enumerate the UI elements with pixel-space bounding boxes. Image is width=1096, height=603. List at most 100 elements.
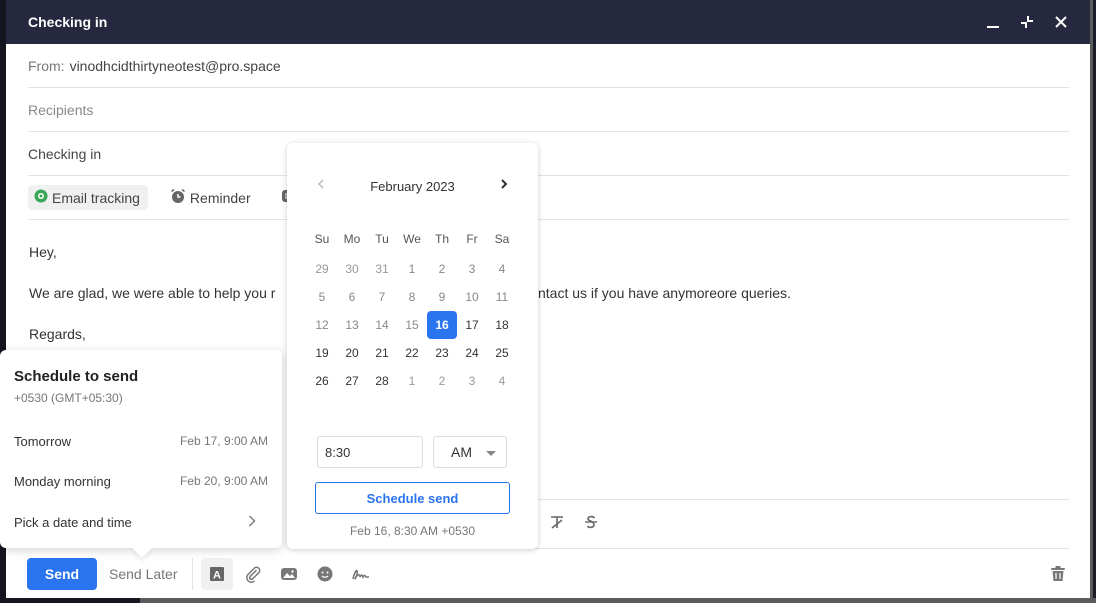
compose-options-row: Email tracking Reminder	[28, 176, 1069, 220]
calendar-day[interactable]: 1	[397, 255, 427, 283]
time-row: AM	[317, 436, 507, 468]
image-icon[interactable]	[273, 558, 305, 590]
calendar-day[interactable]: 14	[367, 311, 397, 339]
calendar-day[interactable]: 15	[397, 311, 427, 339]
calendar-day[interactable]: 4	[487, 255, 517, 283]
calendar-day[interactable]: 26	[307, 367, 337, 395]
option-label: Tomorrow	[14, 433, 72, 449]
calendar-day[interactable]: 24	[457, 339, 487, 367]
calendar-day[interactable]: 5	[307, 283, 337, 311]
calendar-day[interactable]: 4	[487, 367, 517, 395]
calendar-day[interactable]: 30	[337, 255, 367, 283]
calendar-day[interactable]: 6	[337, 283, 367, 311]
schedule-option-monday-morning[interactable]: Monday morning Feb 20, 9:00 AM	[0, 461, 282, 501]
recipients-field[interactable]: Recipients	[28, 88, 1069, 132]
calendar-day[interactable]: 23	[427, 339, 457, 367]
ampm-value: AM	[451, 444, 472, 460]
svg-text:A: A	[213, 570, 221, 582]
weekday-label: Tu	[375, 232, 389, 246]
calendar-day[interactable]: 2	[427, 367, 457, 395]
from-value: vinodhcidthirtyneotest@pro.space	[69, 57, 281, 74]
chevron-right-icon[interactable]	[500, 177, 508, 193]
clear-format-icon[interactable]	[549, 514, 565, 535]
collapse-icon[interactable]	[1020, 15, 1034, 29]
calendar-day[interactable]: 12	[307, 311, 337, 339]
schedule-popover: Schedule to send +0530 (GMT+05:30) Tomor…	[0, 350, 282, 558]
subject-value[interactable]: Checking in	[28, 146, 101, 162]
calendar-day[interactable]: 7	[367, 283, 397, 311]
calendar-day[interactable]: 8	[397, 283, 427, 311]
schedule-send-button[interactable]: Schedule send	[315, 482, 510, 514]
body-line-1: We are glad, we were able to help you r …	[29, 283, 1069, 303]
calendar-day[interactable]: 28	[367, 367, 397, 395]
calendar-day[interactable]: 29	[307, 255, 337, 283]
calendar-day[interactable]: 25	[487, 339, 517, 367]
body-signoff: Regards,	[29, 326, 86, 342]
minimize-icon[interactable]	[986, 15, 1000, 29]
calendar-day[interactable]: 9	[427, 283, 457, 311]
option-time: Feb 20, 9:00 AM	[179, 474, 268, 488]
subject-field[interactable]: Checking in	[28, 132, 1069, 176]
calendar-day[interactable]: 20	[337, 339, 367, 367]
calendar-day[interactable]: 18	[487, 311, 517, 339]
time-input[interactable]	[317, 436, 423, 468]
reminder-toggle[interactable]: Reminder	[164, 184, 259, 211]
compose-title: Checking in	[28, 14, 108, 30]
calendar-day[interactable]: 11	[487, 283, 517, 311]
calendar-day[interactable]: 10	[457, 283, 487, 311]
weekday-label: We	[403, 232, 421, 246]
calendar-day-selected[interactable]: 16	[427, 311, 457, 339]
emoji-icon[interactable]	[309, 558, 341, 590]
text-format-icon[interactable]: A	[200, 558, 233, 590]
send-later-button[interactable]: Send Later	[109, 566, 178, 582]
weekday-label: Fr	[466, 232, 478, 246]
signature-icon[interactable]	[345, 558, 377, 590]
calendar-day[interactable]: 19	[307, 339, 337, 367]
option-time: Feb 17, 9:00 AM	[179, 434, 268, 448]
email-body[interactable]: Hey, We are glad, we were able to help y…	[29, 242, 1069, 365]
option-label: Monday morning	[14, 473, 111, 489]
calendar-day[interactable]: 27	[337, 367, 367, 395]
calendar-week: 26 27 28 1 2 3 4	[307, 367, 537, 395]
calendar-day[interactable]: 31	[367, 255, 397, 283]
calendar-day[interactable]: 3	[457, 367, 487, 395]
calendar-day[interactable]: 21	[367, 339, 397, 367]
ampm-select[interactable]: AM	[433, 436, 507, 468]
weekday-label: Th	[434, 232, 449, 246]
weekday-header: Su Mo Tu We Th Fr Sa	[307, 229, 537, 255]
schedule-preview: Feb 16, 8:30 AM +0530	[349, 524, 476, 538]
calendar-week: 19 20 21 22 23 24 25	[307, 339, 537, 367]
schedule-option-tomorrow[interactable]: Tomorrow Feb 17, 9:00 AM	[0, 421, 282, 461]
body-greeting: Hey,	[29, 244, 57, 260]
weekday-label: Mo	[343, 232, 361, 246]
calendar-day[interactable]: 2	[427, 255, 457, 283]
attachment-icon[interactable]	[237, 558, 269, 590]
close-icon[interactable]	[1054, 15, 1068, 29]
from-label: From:	[28, 57, 65, 74]
toolbar-divider	[191, 558, 193, 590]
calendar-day[interactable]: 3	[457, 255, 487, 283]
compose-bottom-bar: Send Send Later A	[6, 550, 1093, 598]
option-label: Pick a date and time	[14, 514, 132, 530]
email-tracking-toggle[interactable]: Email tracking	[28, 185, 148, 210]
calendar-day[interactable]: 1	[397, 367, 427, 395]
dropdown-caret-icon	[486, 451, 496, 456]
body-line-1-left: We are glad, we were able to help you r	[29, 285, 276, 301]
calendar-week: 5 6 7 8 9 10 11	[307, 283, 537, 311]
weekday-label: Sa	[494, 232, 510, 246]
calendar-grid: Su Mo Tu We Th Fr Sa 29 30 31 1 2 3 4 5 6 7 8 9 10 11 12 13 14…	[307, 229, 537, 395]
send-button[interactable]: Send	[27, 558, 97, 590]
calendar-day[interactable]: 13	[337, 311, 367, 339]
trash-icon[interactable]	[1051, 566, 1065, 587]
recipients-placeholder[interactable]: Recipients	[28, 102, 93, 118]
strikethrough-icon[interactable]	[583, 514, 599, 535]
calendar-week: 29 30 31 1 2 3 4	[307, 255, 537, 283]
schedule-option-pick-date[interactable]: Pick a date and time	[0, 502, 282, 542]
email-tracking-label: Email tracking	[52, 189, 140, 206]
calendar-day[interactable]: 22	[397, 339, 427, 367]
schedule-timezone: +0530 (GMT+05:30)	[14, 391, 123, 405]
calendar-day[interactable]: 17	[457, 311, 487, 339]
weekday-label: Su	[314, 232, 330, 246]
window-controls	[986, 15, 1068, 29]
eye-icon	[34, 189, 48, 206]
